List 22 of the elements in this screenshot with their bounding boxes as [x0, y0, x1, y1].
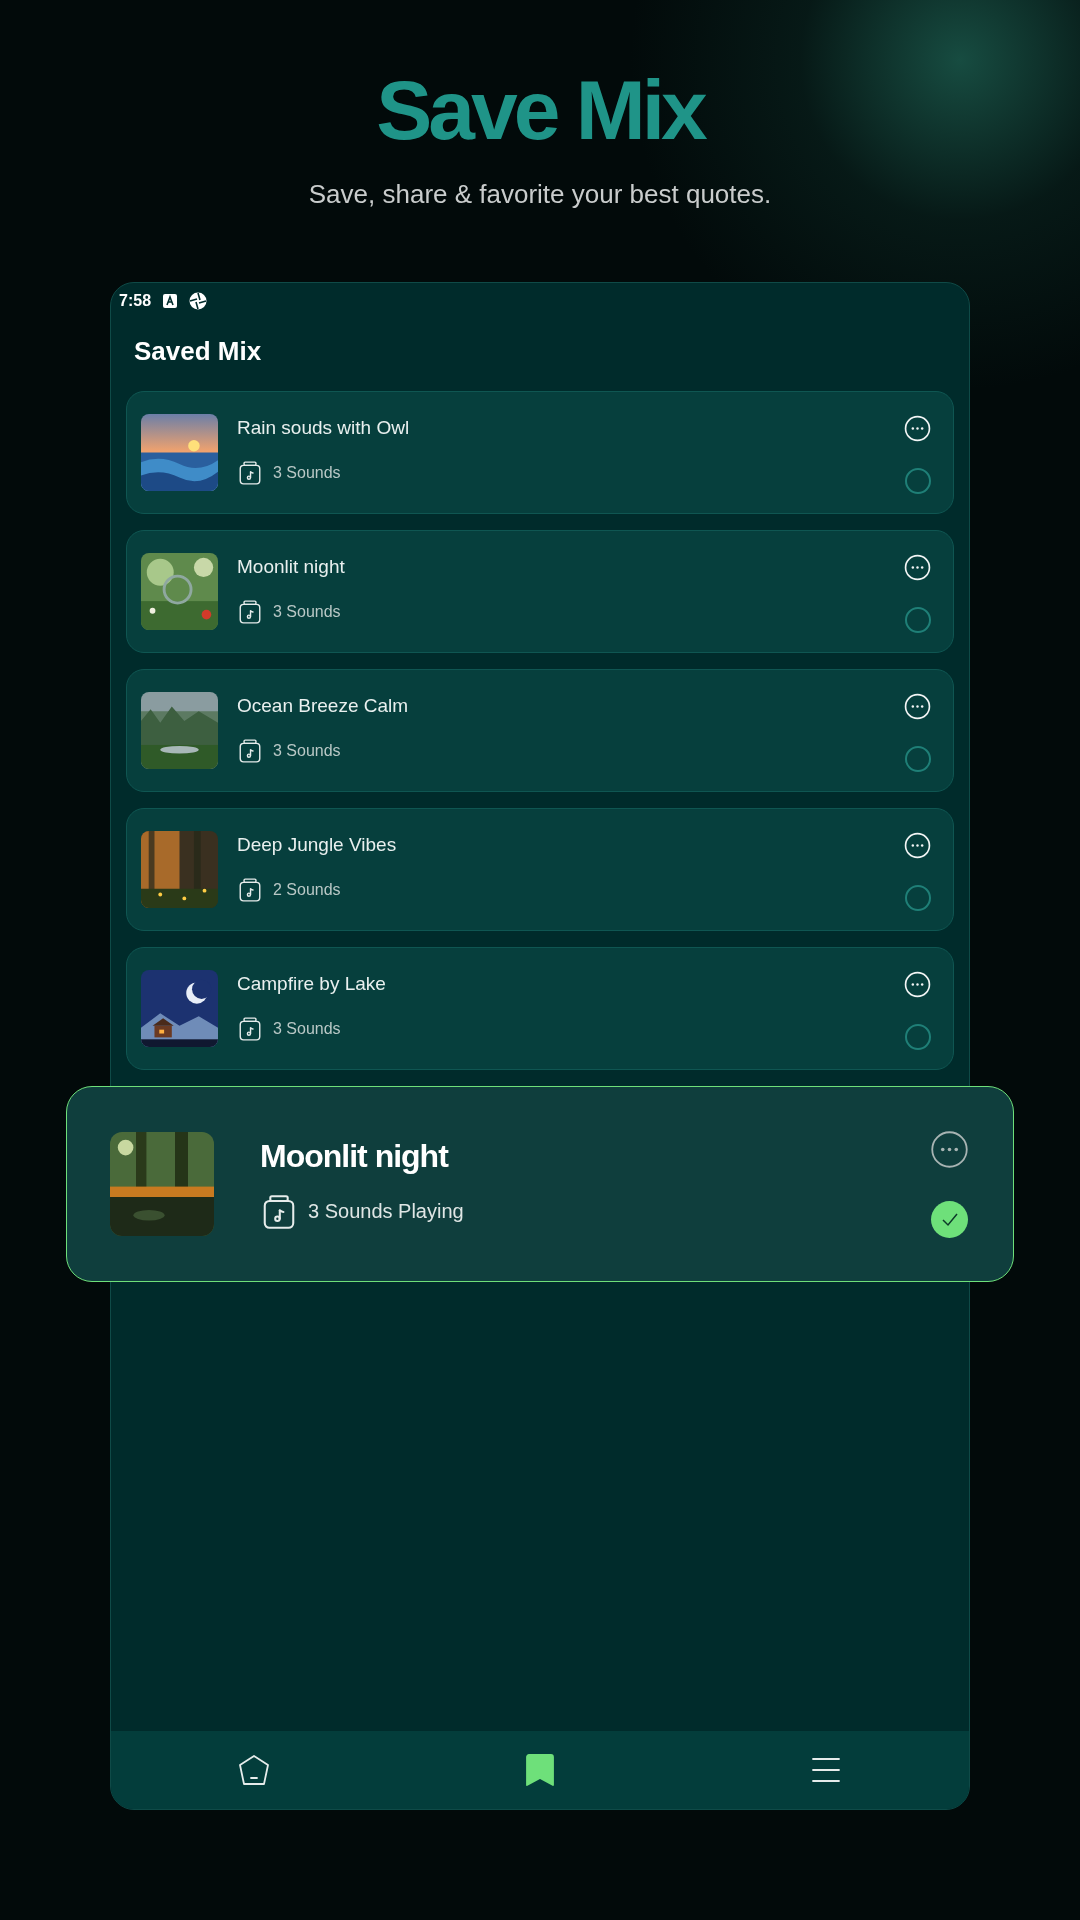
now-playing-card[interactable]: Moonlit night 3 Sounds Playing: [66, 1086, 1014, 1282]
mix-card[interactable]: Campfire by Lake 3 Sounds: [126, 947, 954, 1070]
mix-card[interactable]: Deep Jungle Vibes 2 Sounds: [126, 808, 954, 931]
now-playing-title: Moonlit night: [260, 1137, 450, 1175]
mix-title: Moonlit night: [237, 554, 346, 579]
status-time: 7:58: [119, 292, 152, 310]
sound-count: 2 Sounds: [273, 880, 341, 899]
page-title: Save Mix: [376, 62, 704, 158]
mix-title: Ocean Breeze Calm: [237, 693, 410, 718]
mix-title: Rain souds with Owl: [237, 415, 411, 440]
page-subtitle: Save, share & favorite your best quotes.: [308, 178, 772, 210]
playing-status: 3 Sounds Playing: [308, 1200, 464, 1223]
mix-card[interactable]: Ocean Breeze Calm 3 Sounds: [126, 669, 954, 792]
sound-count: 3 Sounds: [273, 1019, 341, 1038]
mix-card[interactable]: Moonlit night 3 Sounds: [126, 530, 954, 653]
sound-count: 3 Sounds: [273, 741, 341, 760]
mix-card[interactable]: Rain souds with Owl 3 Sounds: [126, 391, 954, 514]
sound-count: 3 Sounds: [273, 602, 341, 621]
mix-title: Deep Jungle Vibes: [237, 832, 398, 857]
screen-title: Saved Mix: [133, 335, 263, 368]
sound-count: 3 Sounds: [273, 463, 341, 482]
mix-title: Campfire by Lake: [237, 971, 387, 996]
